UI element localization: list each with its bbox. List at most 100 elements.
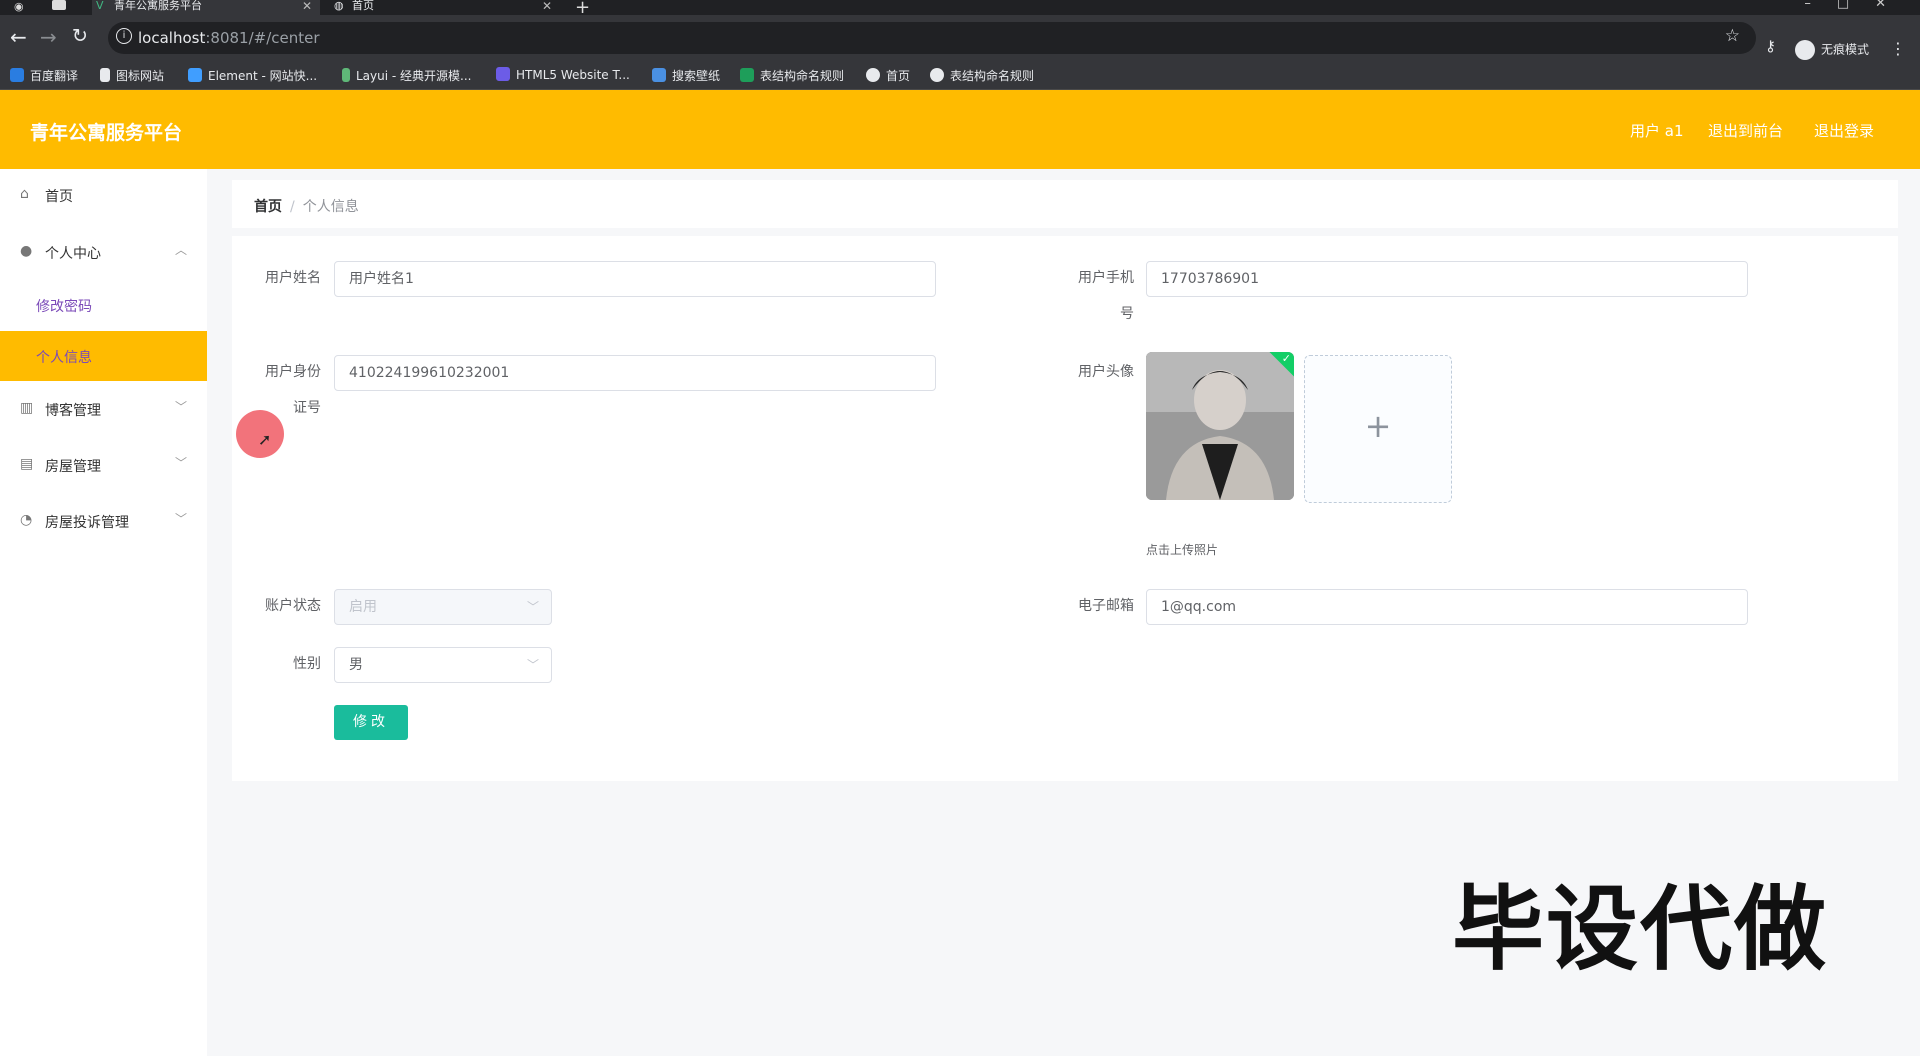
breadcrumb-current: 个人信息 (302, 199, 359, 215)
element-icon (188, 68, 202, 82)
sidebar-item-label: 房屋管理 (45, 459, 101, 475)
html5-icon (496, 67, 510, 81)
tab-active[interactable]: V 青年公寓服务平台 ✕ (92, 0, 320, 15)
url-text: localhost:8081/#/center (138, 29, 320, 47)
flag-icon (100, 68, 110, 82)
phone-label-cont: 号 (1120, 306, 1134, 322)
tab-home[interactable]: ◍ 首页 ✕ (330, 0, 560, 15)
complaint-icon: ◔ (20, 512, 33, 528)
chevron-down-icon: ﹀ (526, 600, 539, 614)
bookmark-item[interactable]: Layui - 经典开源模... (342, 67, 471, 84)
sidebar-item-blog[interactable]: ▥ 博客管理 ﹀ (0, 385, 207, 435)
check-icon: ✓ (1281, 352, 1291, 365)
breadcrumb-separator: / (290, 199, 295, 215)
close-tab-icon[interactable]: ✕ (302, 0, 312, 12)
upload-tip: 点击上传照片 (1146, 543, 1219, 557)
status-label: 账户状态 (265, 598, 321, 614)
watermark-text: 毕设代做 (1452, 876, 1829, 983)
breadcrumb: 首页 / 个人信息 (232, 180, 1898, 228)
phone-label: 用户手机 (1078, 270, 1134, 286)
gender-label: 性别 (293, 656, 321, 672)
email-input[interactable]: 1@qq.com (1146, 589, 1748, 625)
sidebar: ⌂ 首页 ● 个人中心 ︿ 修改密码 个人信息 ▥ 博客管理 ﹀ ▤ 房屋管理 … (0, 169, 207, 1056)
info-icon[interactable]: i (116, 28, 132, 44)
current-user[interactable]: 用户 a1 (1630, 120, 1684, 141)
bookmark-item[interactable]: 表结构命名规则 (740, 67, 844, 84)
chevron-down-icon: ﹀ (174, 456, 187, 470)
globe-icon: ◍ (334, 0, 344, 12)
tab-title: 首页 (352, 0, 374, 12)
status-value: 启用 (349, 599, 377, 615)
gender-select[interactable]: 男 ﹀ (334, 647, 552, 683)
app-title: 青年公寓服务平台 (30, 122, 183, 144)
window-controls[interactable]: –□✕ (1804, 0, 1912, 11)
bookmark-item[interactable]: 百度翻译 (10, 67, 78, 84)
sidebar-item-label: 博客管理 (45, 403, 101, 419)
name-input[interactable]: 用户姓名1 (334, 261, 936, 297)
sidebar-item-house[interactable]: ▤ 房屋管理 ﹀ (0, 441, 207, 491)
user-icon: ● (20, 243, 33, 259)
email-label: 电子邮箱 (1078, 598, 1134, 614)
avatar-photo (1146, 352, 1294, 500)
sheet-icon (740, 68, 754, 82)
idcard-label: 用户身份 (265, 364, 321, 380)
sidebar-item-label: 个人中心 (45, 246, 101, 262)
bookmark-item[interactable]: 图标网站 (100, 67, 164, 84)
layui-icon (342, 68, 350, 82)
window-icon (52, 0, 66, 10)
avatar-label: 用户头像 (1078, 364, 1134, 380)
sidebar-item-label: 修改密码 (36, 299, 92, 315)
sidebar-item-personal-center[interactable]: ● 个人中心 ︿ (0, 228, 207, 278)
address-bar[interactable]: i localhost:8081/#/center ☆ (108, 22, 1756, 54)
translate-icon (10, 68, 24, 82)
phone-input[interactable]: 17703786901 (1146, 261, 1748, 297)
sidebar-item-label: 个人信息 (36, 350, 92, 366)
incognito-profile[interactable]: 无痕模式 (1795, 40, 1869, 60)
sidebar-item-personal-info[interactable]: 个人信息 (0, 331, 207, 381)
bookmark-star-icon[interactable]: ☆ (1725, 26, 1740, 46)
incognito-icon (1795, 40, 1815, 60)
idcard-input[interactable]: 410224199610232001 (334, 355, 936, 391)
sidebar-item-change-password[interactable]: 修改密码 (0, 280, 207, 330)
app-header: 青年公寓服务平台 用户 a1 退出到前台 退出登录 (0, 90, 1920, 169)
chrome-menu-icon[interactable]: ⋮ (1890, 39, 1906, 58)
logout-link[interactable]: 退出登录 (1814, 120, 1874, 141)
forward-icon[interactable]: → (40, 25, 57, 49)
address-row: ← → ↻ i localhost:8081/#/center ☆ ⚷ 无痕模式… (0, 15, 1920, 61)
bookmarks-bar: 百度翻译 图标网站 Element - 网站快... Layui - 经典开源模… (0, 61, 1920, 90)
browser-tab-bar: ◉ V 青年公寓服务平台 ✕ ◍ 首页 ✕ + –□✕ (0, 0, 1920, 18)
chevron-up-icon: ︿ (174, 243, 187, 257)
sidebar-item-label: 首页 (45, 189, 73, 205)
close-tab-icon[interactable]: ✕ (542, 0, 552, 12)
home-icon: ⌂ (20, 186, 29, 202)
reload-icon[interactable]: ↻ (72, 25, 88, 47)
cursor-highlight: ➚ (236, 410, 284, 458)
bookmark-item[interactable]: Element - 网站快... (188, 67, 317, 84)
blog-icon: ▥ (20, 400, 34, 416)
bookmark-item[interactable]: HTML5 Website T... (496, 67, 630, 82)
submit-button[interactable]: 修改 (334, 705, 408, 740)
bookmark-item[interactable]: 首页 (866, 67, 910, 84)
chevron-down-icon: ﹀ (174, 512, 187, 526)
chevron-down-icon: ﹀ (174, 400, 187, 414)
globe-icon (930, 68, 944, 82)
vue-icon: V (96, 0, 104, 12)
bookmark-item[interactable]: 搜索壁纸 (652, 67, 720, 84)
chevron-down-icon: ﹀ (526, 658, 539, 672)
back-icon[interactable]: ← (10, 25, 27, 49)
globe-icon (866, 68, 880, 82)
status-select: 启用 ﹀ (334, 589, 552, 625)
avatar-upload-button[interactable]: + (1304, 355, 1452, 503)
cursor-icon: ➚ (258, 430, 272, 449)
sidebar-item-label: 房屋投诉管理 (45, 515, 129, 531)
breadcrumb-home[interactable]: 首页 (254, 199, 282, 215)
key-icon[interactable]: ⚷ (1765, 37, 1776, 55)
name-label: 用户姓名 (265, 270, 321, 286)
bookmark-item[interactable]: 表结构命名规则 (930, 67, 1034, 84)
sidebar-item-home[interactable]: ⌂ 首页 (0, 171, 207, 221)
avatar-image[interactable]: ✓ (1146, 352, 1294, 500)
wallpaper-icon (652, 68, 666, 82)
gender-value: 男 (349, 657, 363, 673)
back-to-front-link[interactable]: 退出到前台 (1708, 120, 1783, 141)
sidebar-item-complaint[interactable]: ◔ 房屋投诉管理 ﹀ (0, 497, 207, 547)
